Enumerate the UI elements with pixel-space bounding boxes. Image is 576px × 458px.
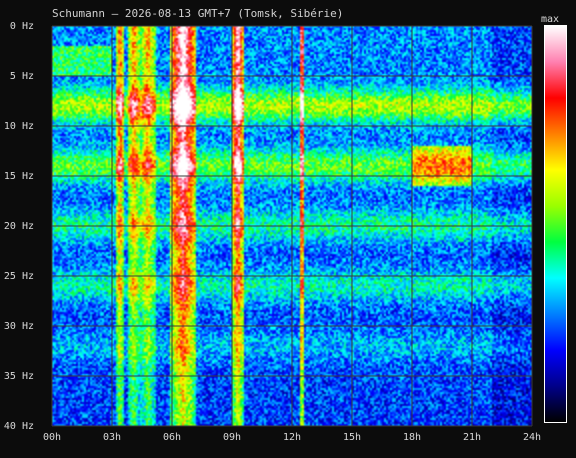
y-tick-label: 35 Hz [4,371,34,382]
x-tick-label: 12h [283,432,301,443]
y-tick-label: 30 Hz [4,321,34,332]
x-tick-label: 18h [403,432,421,443]
y-tick-label: 5 Hz [10,71,34,82]
y-tick-label: 0 Hz [10,21,34,32]
spectrogram-chart: Schumann – 2026-08-13 GMT+7 (Tomsk, Sibé… [4,7,567,443]
y-tick-label: 15 Hz [4,171,34,182]
colorbar-gradient [545,26,566,422]
y-tick-label: 25 Hz [4,271,34,282]
y-tick-label: 40 Hz [4,421,34,432]
x-tick-label: 24h [523,432,541,443]
x-tick-label: 21h [463,432,481,443]
x-tick-label: 00h [43,432,61,443]
x-tick-label: 06h [163,432,181,443]
spectrogram-figure: Schumann – 2026-08-13 GMT+7 (Tomsk, Sibé… [0,0,576,458]
x-tick-label: 03h [103,432,121,443]
x-tick-label: 15h [343,432,361,443]
y-tick-label: 10 Hz [4,121,34,132]
colorbar-label: max [541,14,559,25]
y-tick-label: 20 Hz [4,221,34,232]
colorbar: max [541,14,567,423]
x-tick-label: 09h [223,432,241,443]
chart-title: Schumann – 2026-08-13 GMT+7 (Tomsk, Sibé… [52,7,343,20]
